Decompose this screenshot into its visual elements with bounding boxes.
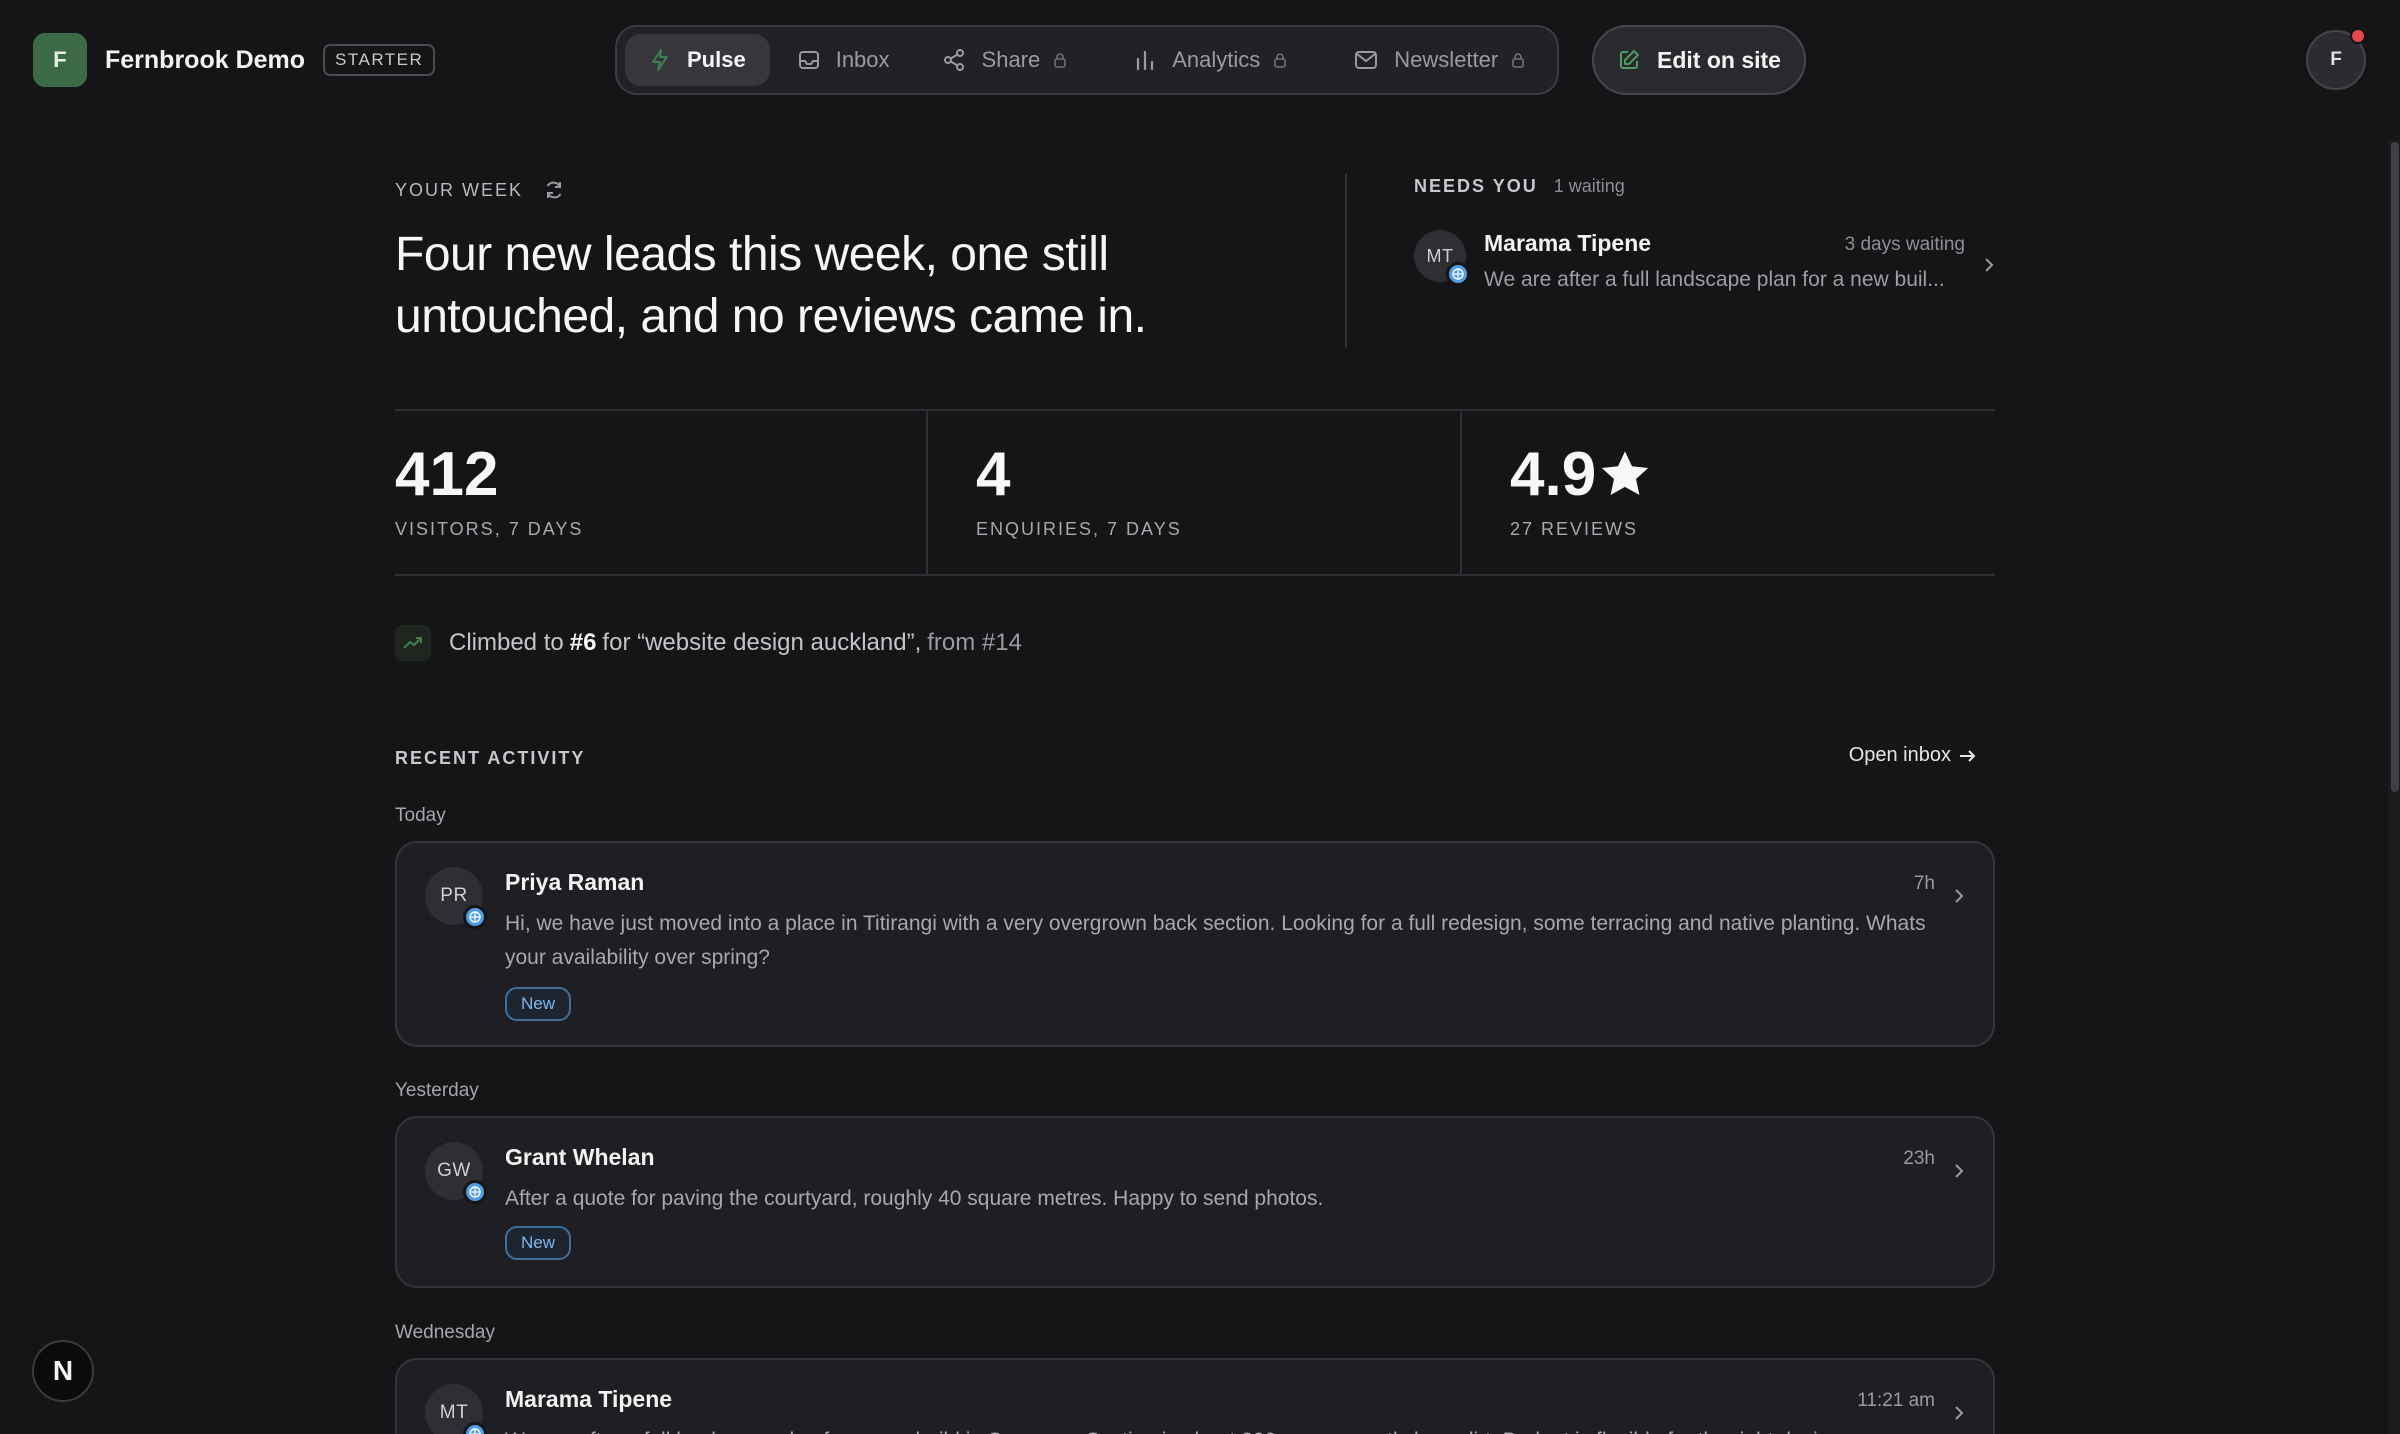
divider (1345, 174, 1347, 348)
stat-reviews: 4.9 27 REVIEWS (1462, 411, 1995, 576)
message-time: 11:21 am (1857, 1390, 1935, 1411)
mail-icon (1355, 51, 1378, 69)
message-text: We are after a full landscape plan for a… (505, 1424, 1905, 1434)
edit-button-label: Edit on site (1657, 46, 1781, 73)
inbox-icon (798, 51, 819, 69)
tab-share[interactable]: Share (918, 34, 1107, 86)
avatar: GW (425, 1142, 487, 1204)
tab-label: Share (981, 47, 1041, 72)
ranking-position: #6 (569, 629, 597, 656)
ranking-prefix: Climbed to (449, 629, 564, 656)
chevron-right-icon (1985, 258, 1994, 272)
avatar: MT (425, 1384, 487, 1434)
avatar: PR (425, 867, 487, 929)
main-nav: Pulse Inbox Share Analytics Newsletter (615, 25, 1559, 95)
lock-icon (1512, 53, 1525, 68)
notification-dot (2350, 28, 2366, 44)
stat-value: 4 (976, 440, 1011, 509)
stat-value-rating: 4.9 (1510, 439, 1652, 510)
contact-name: Priya Raman (505, 869, 645, 895)
needs-you-title: NEEDS YOU (1414, 176, 1538, 196)
star-icon (1602, 450, 1649, 495)
stat-visitors: 412 VISITORS, 7 DAYS (395, 411, 928, 576)
globe-icon (463, 905, 487, 929)
edit-icon (1620, 50, 1640, 69)
open-inbox-link[interactable]: Open inbox (1849, 744, 1977, 767)
tab-inbox[interactable]: Inbox (774, 34, 914, 86)
refresh-icon[interactable] (543, 179, 565, 201)
day-label: Today (395, 805, 446, 826)
tab-pulse[interactable]: Pulse (625, 34, 770, 86)
tab-label: Analytics (1172, 47, 1261, 72)
section-title: YOUR WEEK (395, 179, 524, 200)
stat-label: ENQUIRIES, 7 DAYS (976, 519, 1182, 539)
activity-card[interactable]: PR Priya Raman 7h Hi, we have just moved… (395, 841, 1995, 1047)
avatar-initials: MT (1426, 245, 1454, 266)
activity-card[interactable]: MT Marama Tipene 11:21 am We are after a… (395, 1358, 1995, 1434)
tab-label: Pulse (687, 47, 746, 72)
lock-icon (1274, 53, 1287, 68)
brand-logo: F (33, 33, 87, 87)
needs-you-header: NEEDS YOU 1 waiting (1414, 176, 1625, 197)
chevron-right-icon (1955, 1164, 1964, 1178)
rating-value: 4.9 (1510, 440, 1597, 509)
arrow-right-icon (1960, 749, 1976, 762)
waiting-count: 1 waiting (1553, 176, 1625, 196)
stat-label: VISITORS, 7 DAYS (395, 519, 584, 539)
message-time: 7h (1913, 873, 1935, 894)
lock-icon (1054, 53, 1067, 68)
trending-up-icon (395, 625, 431, 661)
needs-you-item[interactable]: MT Marama Tipene 3 days waiting We are a… (1414, 230, 1995, 310)
globe-icon (1446, 262, 1470, 286)
status-badge: New (505, 987, 572, 1021)
week-headline: Four new leads this week, one still unto… (395, 228, 1147, 343)
stat-label: 27 REVIEWS (1510, 519, 1639, 539)
message-snippet: We are after a full landscape plan for a… (1484, 268, 1945, 291)
ranking-update: Climbed to #6 for “website design auckla… (395, 625, 1022, 661)
stats-row: 412 VISITORS, 7 DAYS 4 ENQUIRIES, 7 DAYS… (395, 409, 1995, 576)
recent-activity-title: RECENT ACTIVITY (395, 748, 586, 768)
waiting-time: 3 days waiting (1844, 234, 1965, 255)
day-label: Wednesday (395, 1322, 495, 1343)
avatar-initials: MT (439, 1402, 469, 1423)
open-inbox-label: Open inbox (1848, 744, 1951, 766)
stat-value: 412 (395, 440, 499, 509)
stat-enquiries: 4 ENQUIRIES, 7 DAYS (928, 411, 1462, 576)
scrollbar-thumb[interactable] (2391, 142, 2399, 792)
tab-label: Newsletter (1394, 47, 1499, 72)
site-name: Fernbrook Demo (105, 45, 306, 74)
avatar-initials: GW (437, 1160, 471, 1181)
tab-label: Inbox (835, 47, 890, 72)
ranking-previous: from #14 (927, 629, 1022, 656)
message-text: Hi, we have just moved into a place in T… (505, 912, 1926, 969)
avatar: MT (1414, 230, 1470, 286)
status-badge: New (505, 1226, 572, 1260)
globe-icon (463, 1180, 487, 1204)
your-week-label: YOUR WEEK (395, 179, 565, 201)
bar-chart-icon (1137, 50, 1154, 71)
tab-analytics[interactable]: Analytics (1110, 34, 1326, 86)
contact-name: Marama Tipene (505, 1386, 673, 1412)
avatar-initials: PR (440, 885, 468, 906)
message-text: After a quote for paving the courtyard, … (505, 1187, 1324, 1210)
share-icon (943, 49, 964, 71)
contact-name: Grant Whelan (505, 1144, 655, 1170)
bolt-icon (652, 49, 668, 71)
day-label: Yesterday (395, 1080, 479, 1101)
activity-card[interactable]: GW Grant Whelan 23h After a quote for pa… (395, 1116, 1995, 1288)
ranking-keyword: for “website design auckland”, (602, 629, 922, 656)
framework-badge-button[interactable]: N (32, 1340, 94, 1402)
chevron-right-icon (1955, 1406, 1964, 1420)
tab-newsletter[interactable]: Newsletter (1330, 34, 1564, 86)
contact-name: Marama Tipene (1484, 230, 1652, 256)
edit-on-site-button[interactable]: Edit on site (1592, 25, 1806, 95)
message-time: 23h (1903, 1148, 1935, 1169)
plan-badge: STARTER (323, 44, 436, 76)
globe-icon (463, 1422, 487, 1434)
top-bar: F Fernbrook Demo STARTER Pulse Inbox Sha… (0, 0, 2400, 124)
chevron-right-icon (1955, 889, 1964, 903)
brand[interactable]: F Fernbrook Demo STARTER (33, 33, 436, 87)
